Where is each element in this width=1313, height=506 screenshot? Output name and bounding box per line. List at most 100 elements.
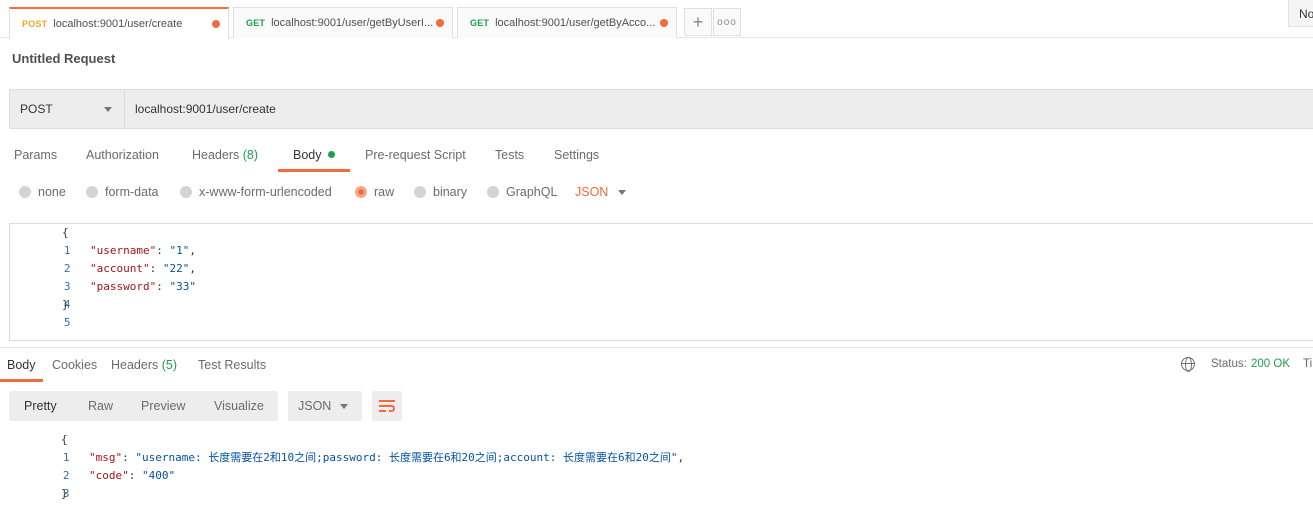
globe-icon[interactable] <box>1181 357 1195 372</box>
radio-circle-icon <box>487 186 499 198</box>
radio-raw[interactable]: raw <box>355 185 394 199</box>
code-line: 1 { <box>10 224 71 257</box>
method-select[interactable]: POST <box>10 90 125 128</box>
wrap-lines-button[interactable] <box>372 391 402 421</box>
tab-url: localhost:9001/user/getByUserI... <box>271 17 434 29</box>
tab-get-by-user[interactable]: GET localhost:9001/user/getByUserI... <box>233 7 453 38</box>
json-value: "1" <box>169 244 190 257</box>
view-visualize-button[interactable]: Visualize <box>214 399 264 413</box>
response-language-select[interactable]: JSON <box>288 391 362 421</box>
radio-circle-icon <box>180 186 192 198</box>
more-tabs-button[interactable]: ooo <box>713 8 741 36</box>
chevron-down-icon <box>340 404 348 409</box>
request-title[interactable]: Untitled Request <box>12 51 115 66</box>
radio-form-data[interactable]: form-data <box>86 185 159 199</box>
response-tab-cookies[interactable]: Cookies <box>52 358 97 372</box>
radio-urlencoded[interactable]: x-www-form-urlencoded <box>180 185 332 199</box>
add-tab-button[interactable]: + <box>684 8 712 36</box>
tab-tests[interactable]: Tests <box>495 148 524 162</box>
tab-post-create[interactable]: POST localhost:9001/user/create <box>9 7 229 39</box>
status-label: Status: <box>1211 358 1247 370</box>
code-line: 1 { <box>9 431 70 464</box>
tab-get-by-account[interactable]: GET localhost:9001/user/getByAcco... <box>457 7 677 38</box>
unsaved-dot-icon <box>436 19 444 27</box>
chevron-down-icon <box>104 107 112 112</box>
time-label: Ti <box>1303 358 1313 370</box>
url-input[interactable] <box>125 90 925 128</box>
open-brace: { <box>61 433 68 446</box>
response-tabs: Body Cookies Headers (5) Test Results <box>0 352 1313 382</box>
view-raw-button[interactable]: Raw <box>88 399 113 413</box>
json-value: "400" <box>142 469 176 482</box>
response-view-group: Pretty Raw Preview Visualize <box>9 391 278 421</box>
tab-method: POST <box>22 19 48 29</box>
radio-selected-icon <box>355 186 367 198</box>
tab-headers[interactable]: Headers (8) <box>192 148 258 162</box>
tab-authorization[interactable]: Authorization <box>86 148 159 162</box>
radio-circle-icon <box>414 186 426 198</box>
tab-pre-request-script[interactable]: Pre-request Script <box>365 148 466 162</box>
tab-method: GET <box>470 18 490 28</box>
response-tab-headers[interactable]: Headers (5) <box>111 358 177 372</box>
code-line: 5 } <box>10 296 71 329</box>
code-line: 3 "account": "22", <box>10 260 196 293</box>
response-headers-count: (5) <box>161 358 178 372</box>
tab-settings[interactable]: Settings <box>554 148 599 162</box>
radio-label: raw <box>374 185 395 199</box>
tab-params[interactable]: Params <box>14 148 57 162</box>
code-line: 4 "password": "33" <box>10 278 196 311</box>
radio-label: form-data <box>105 185 159 199</box>
headers-count: (8) <box>242 148 259 162</box>
request-tabs: Params Authorization Headers (8) Body Pr… <box>0 140 1313 172</box>
open-brace: { <box>62 226 69 239</box>
radio-binary[interactable]: binary <box>414 185 467 199</box>
radio-label: GraphQL <box>506 185 558 199</box>
json-key: "msg" <box>89 451 123 464</box>
view-pretty-button[interactable]: Pretty <box>24 399 57 413</box>
code-line: 3 "code": "400" <box>9 467 175 500</box>
response-tab-test-results[interactable]: Test Results <box>198 358 266 372</box>
code-line: 2 "username": "1", <box>10 242 196 275</box>
response-body-editor[interactable]: 1 { 2 "msg": "username: 长度需要在2和10之间;pass… <box>9 431 1313 506</box>
request-body-editor[interactable]: 1 { 2 "username": "1", 3 "account": "22"… <box>9 223 1313 341</box>
code-line: 4 } <box>9 485 70 506</box>
tab-body-label: Body <box>293 148 322 162</box>
close-brace: } <box>61 487 68 500</box>
json-key: "password" <box>90 280 157 293</box>
close-brace: } <box>62 298 69 311</box>
radio-circle-icon <box>19 186 31 198</box>
code-line: 2 "msg": "username: 长度需要在2和10之间;password… <box>9 449 684 482</box>
chevron-down-icon[interactable] <box>618 190 626 195</box>
json-key: "username" <box>90 244 157 257</box>
request-tab-bar: POST localhost:9001/user/create GET loca… <box>0 0 1313 39</box>
pane-divider[interactable] <box>0 347 1313 348</box>
radio-circle-icon <box>86 186 98 198</box>
response-tab-headers-label: Headers <box>111 358 159 372</box>
unsaved-dot-icon <box>660 19 668 27</box>
radio-none[interactable]: none <box>19 185 66 199</box>
response-tab-body[interactable]: Body <box>7 358 36 372</box>
wrap-icon <box>379 400 395 402</box>
json-value: "22" <box>162 262 190 275</box>
tab-url: localhost:9001/user/create <box>53 18 183 30</box>
url-bar: POST <box>9 89 1313 129</box>
radio-graphql[interactable]: GraphQL <box>487 185 557 199</box>
environment-select[interactable]: No <box>1288 0 1313 27</box>
radio-label: none <box>38 185 66 199</box>
body-mode-radios: none form-data x-www-form-urlencoded raw… <box>0 180 1313 206</box>
radio-label: x-www-form-urlencoded <box>199 185 332 199</box>
view-preview-button[interactable]: Preview <box>141 399 185 413</box>
radio-label: binary <box>433 185 468 199</box>
json-value: "username: 长度需要在2和10之间;password: 长度需要在6和… <box>135 451 678 464</box>
active-tab-indicator <box>278 169 350 172</box>
status-value[interactable]: 200 OK <box>1251 358 1290 370</box>
json-key: "code" <box>89 469 129 482</box>
method-select-value: POST <box>20 102 53 116</box>
active-tab-indicator <box>0 379 43 382</box>
tab-body[interactable]: Body <box>293 148 335 162</box>
unsaved-dot-icon <box>212 20 220 28</box>
body-language-select[interactable]: JSON <box>575 185 608 199</box>
tab-method: GET <box>246 18 266 28</box>
tab-headers-label: Headers <box>192 148 240 162</box>
tab-url: localhost:9001/user/getByAcco... <box>495 17 656 29</box>
